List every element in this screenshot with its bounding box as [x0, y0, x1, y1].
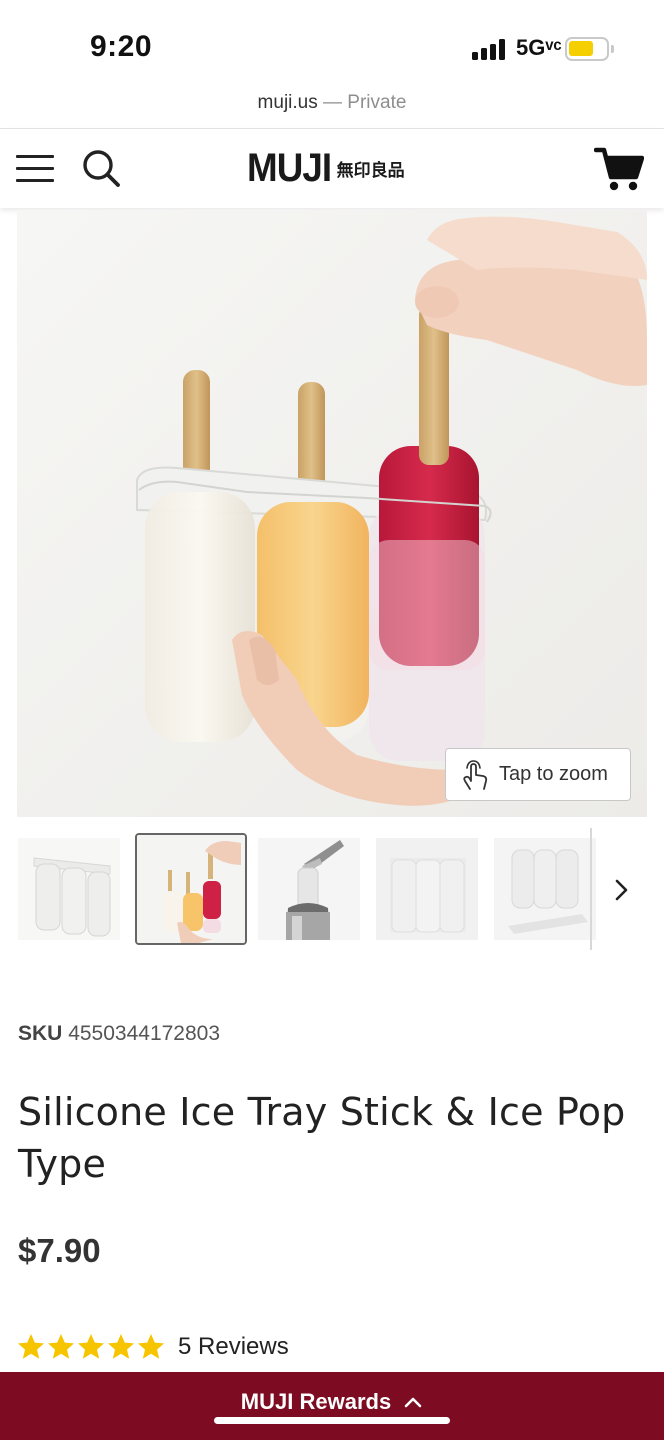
chevron-up-icon [404, 1397, 422, 1408]
browser-url-bar[interactable]: muji.us — Private [0, 84, 664, 128]
sku-label: SKU [18, 1022, 63, 1045]
rewards-bar: MUJI Rewards [0, 1372, 664, 1440]
product-image[interactable] [17, 210, 647, 817]
tap-to-zoom-label: Tap to zoom [499, 763, 608, 785]
star-icon [78, 1334, 104, 1359]
url-domain: muji.us [257, 92, 318, 113]
battery-icon [565, 37, 609, 61]
home-indicator [214, 1417, 450, 1424]
tap-hand-icon [463, 759, 488, 790]
logo-latin: MUJI [247, 145, 332, 190]
thumbnail-1[interactable] [18, 838, 120, 940]
battery-level [569, 41, 593, 56]
cellular-signal-icon [472, 38, 508, 60]
thumbnail-divider [590, 828, 592, 950]
site-header: MUJI 無印良品 [0, 128, 664, 208]
thumbnail-5[interactable] [494, 838, 596, 940]
reviews-link[interactable]: 5 Reviews [178, 1333, 289, 1361]
private-mode-label: — Private [323, 92, 407, 113]
star-icon [138, 1334, 164, 1359]
chevron-right-icon[interactable] [608, 876, 636, 904]
status-bar: 9:20 5Gᵛᶜ [0, 0, 664, 84]
battery-cap [611, 45, 614, 53]
star-icon [18, 1334, 44, 1359]
thumbnail-2[interactable] [135, 833, 247, 945]
logo-kanji: 無印良品 [336, 160, 405, 181]
star-icon [108, 1334, 134, 1359]
product-title: Silicone Ice Tray Stick & Ice Pop Type [18, 1090, 626, 1186]
cart-icon[interactable] [593, 145, 645, 193]
product-price: $7.90 [18, 1232, 101, 1269]
network-type: 5Gᵛᶜ [516, 35, 562, 60]
tap-to-zoom-button[interactable]: Tap to zoom [445, 748, 631, 801]
muji-logo[interactable]: MUJI 無印良品 [247, 145, 405, 191]
thumbnail-carousel [0, 828, 664, 953]
hamburger-icon[interactable] [16, 151, 56, 185]
star-icon [48, 1334, 74, 1359]
status-time: 9:20 [90, 30, 153, 63]
product-rating[interactable]: 5 Reviews [16, 1332, 289, 1362]
thumbnail-4[interactable] [376, 838, 478, 940]
sku-value: 4550344172803 [68, 1022, 221, 1045]
sku-line: SKU 4550344172803 [18, 1022, 220, 1046]
rewards-label: MUJI Rewards [240, 1389, 392, 1414]
search-icon[interactable] [80, 147, 122, 189]
thumbnail-3[interactable] [258, 838, 360, 940]
star-rating [16, 1332, 166, 1362]
